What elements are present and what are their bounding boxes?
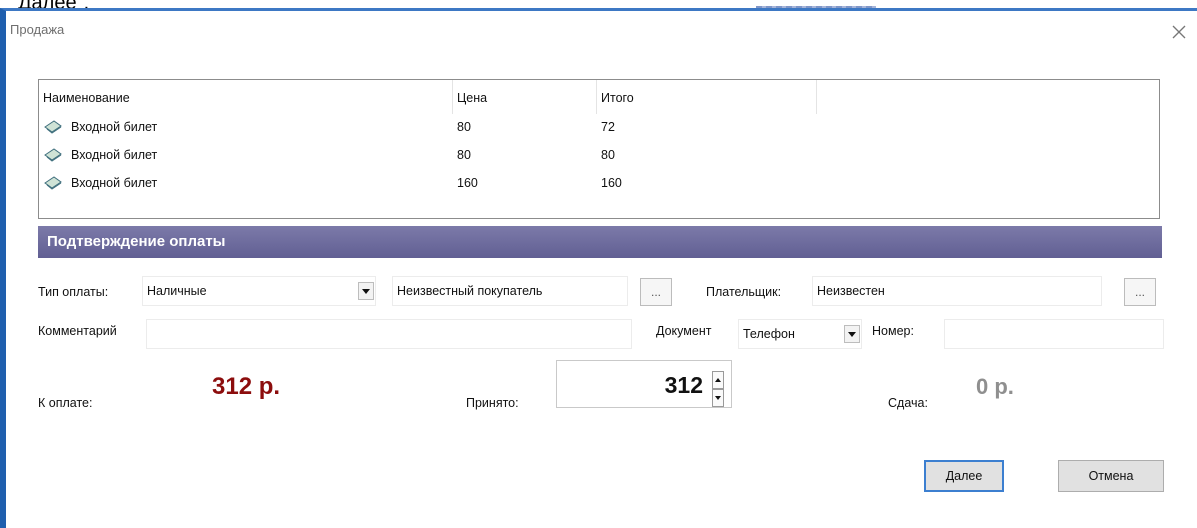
payment-confirmation-header: Подтверждение оплаты <box>38 226 1162 258</box>
cell-name: Входной билет <box>71 120 158 134</box>
change-amount: 0 р. <box>976 374 1014 399</box>
payment-type-label: Тип оплаты: <box>38 285 109 299</box>
cell-price: 80 <box>457 120 471 134</box>
document-label: Документ <box>656 324 712 338</box>
column-header-price[interactable]: Цена <box>453 80 597 114</box>
number-input[interactable] <box>944 319 1164 349</box>
table-row[interactable]: Входной билет 80 80 <box>39 141 1159 169</box>
column-header-name[interactable]: Наименование <box>39 80 453 114</box>
change-label: Сдача: <box>888 396 928 410</box>
payer-select-button[interactable]: ... <box>1124 278 1156 306</box>
number-label: Номер: <box>872 324 914 338</box>
comment-label: Комментарий <box>38 324 117 338</box>
items-table[interactable]: Наименование Цена Итого Входной билет 80… <box>38 79 1160 219</box>
cancel-button[interactable]: Отмена <box>1058 460 1164 492</box>
cell-price: 80 <box>457 148 471 162</box>
cell-total: 160 <box>601 176 622 190</box>
accepted-amount-input[interactable]: 312 <box>556 360 732 408</box>
column-header-total[interactable]: Итого <box>597 80 817 114</box>
close-icon[interactable] <box>1167 20 1191 44</box>
payment-type-value: Наличные <box>147 284 207 298</box>
payer-field[interactable]: Неизвестен <box>812 276 1102 306</box>
payer-value: Неизвестен <box>817 284 885 298</box>
table-row[interactable]: Входной билет 160 160 <box>39 169 1159 197</box>
ticket-icon <box>44 176 62 190</box>
to-pay-label: К оплате: <box>38 396 93 410</box>
document-select[interactable]: Телефон <box>738 319 862 349</box>
cell-name: Входной билет <box>71 148 158 162</box>
ticket-icon <box>44 120 62 134</box>
payer-label: Плательщик: <box>706 285 782 299</box>
buyer-field[interactable]: Неизвестный покупатель <box>392 276 628 306</box>
cell-name: Входной билет <box>71 176 158 190</box>
to-pay-amount: 312 р. <box>212 373 281 400</box>
document-value: Телефон <box>743 327 795 341</box>
cell-total: 72 <box>601 120 615 134</box>
buyer-select-button[interactable]: ... <box>640 278 672 306</box>
table-header: Наименование Цена Итого <box>39 80 1159 114</box>
section-title: Подтверждение оплаты <box>47 233 226 250</box>
accepted-label: Принято: <box>466 396 519 410</box>
buyer-value: Неизвестный покупатель <box>397 284 543 298</box>
comment-input[interactable] <box>146 319 632 349</box>
payment-type-select[interactable]: Наличные <box>142 276 376 306</box>
cell-total: 80 <box>601 148 615 162</box>
dialog-title: Продажа <box>10 22 65 37</box>
chevron-down-icon[interactable] <box>844 325 860 343</box>
spin-down-icon[interactable] <box>712 389 724 407</box>
next-button[interactable]: Далее <box>924 460 1004 492</box>
spin-up-icon[interactable] <box>712 371 724 389</box>
accepted-amount-value: 312 <box>664 372 703 398</box>
cell-price: 160 <box>457 176 478 190</box>
screen: Далее". Продажа Наименование Цена Итого … <box>0 0 1197 528</box>
table-row[interactable]: Входной билет 80 72 <box>39 113 1159 141</box>
ticket-icon <box>44 148 62 162</box>
chevron-down-icon[interactable] <box>358 282 374 300</box>
